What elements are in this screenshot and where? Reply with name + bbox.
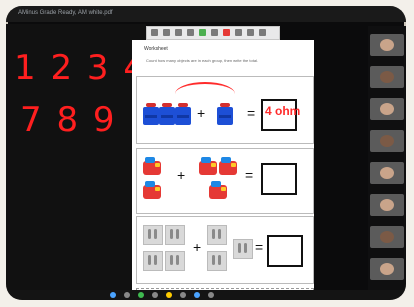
participant-face: [380, 103, 394, 115]
train-icon: [143, 157, 161, 175]
worksheet-instructions: Count how many objects are in each group…: [146, 58, 259, 63]
drum-icon: [175, 103, 191, 125]
rabbit-icon: [207, 225, 227, 245]
problem-3: + =: [136, 216, 314, 284]
app-icon[interactable]: [152, 292, 158, 298]
plus-sign: +: [197, 105, 206, 121]
drum-icon: [159, 103, 175, 125]
train-icon: [209, 181, 227, 199]
participant-face: [380, 231, 394, 243]
app-icon[interactable]: [180, 292, 186, 298]
participants-panel[interactable]: [368, 26, 406, 296]
train-icon: [199, 157, 217, 175]
app-icon[interactable]: [166, 292, 172, 298]
screen-frame: AMinus Grade Ready, AM white.pdf 1 2 3 4…: [6, 6, 406, 300]
title-bar: AMinus Grade Ready, AM white.pdf: [6, 6, 406, 22]
equals-sign: =: [255, 239, 264, 255]
app-icon[interactable]: [208, 292, 214, 298]
cursor-icon[interactable]: [151, 29, 158, 36]
rabbit-icon: [233, 239, 253, 259]
rabbit-icon: [143, 251, 163, 271]
app-icon[interactable]: [124, 292, 130, 298]
rabbit-icon: [207, 251, 227, 271]
drum-icon: [143, 103, 159, 125]
participant-face: [380, 167, 394, 179]
annotation-toolbar[interactable]: [146, 26, 280, 40]
participant-video[interactable]: [370, 34, 404, 56]
app-icon[interactable]: [194, 292, 200, 298]
participant-face: [380, 263, 394, 275]
eraser-icon[interactable]: [187, 29, 194, 36]
redo-icon[interactable]: [247, 29, 254, 36]
participant-video[interactable]: [370, 66, 404, 88]
taskbar[interactable]: [6, 290, 406, 300]
problem-1: + = 4 ohm: [136, 76, 314, 144]
worksheet-header: Worksheet: [144, 46, 168, 52]
pen-icon[interactable]: [163, 29, 170, 36]
stamp-icon[interactable]: [223, 29, 230, 36]
train-icon: [143, 181, 161, 199]
problem-2: + =: [136, 148, 314, 214]
plus-sign: +: [177, 167, 186, 183]
app-icon[interactable]: [110, 292, 116, 298]
drum-icon: [217, 103, 233, 125]
train-icon: [219, 157, 237, 175]
answer-annotation-1: 4 ohm: [265, 104, 301, 118]
rabbit-icon: [165, 251, 185, 271]
answer-box-2[interactable]: [261, 163, 297, 195]
participant-video[interactable]: [370, 226, 404, 248]
participant-face: [380, 71, 394, 83]
whiteboard-panel[interactable]: 1 2 3 4 5 6 7 8 9 10: [6, 24, 218, 299]
equals-sign: =: [245, 167, 254, 183]
text-icon[interactable]: [199, 29, 206, 36]
participant-video[interactable]: [370, 98, 404, 120]
participant-face: [380, 199, 394, 211]
participant-video[interactable]: [370, 194, 404, 216]
shape-icon[interactable]: [211, 29, 218, 36]
participant-video[interactable]: [370, 130, 404, 152]
plus-sign: +: [193, 239, 202, 255]
participant-face: [380, 39, 394, 51]
window-title: AMinus Grade Ready, AM white.pdf: [18, 10, 113, 16]
participant-face: [380, 135, 394, 147]
answer-box-3[interactable]: [267, 235, 303, 267]
participant-video[interactable]: [370, 162, 404, 184]
highlighter-icon[interactable]: [175, 29, 182, 36]
app-icon[interactable]: [138, 292, 144, 298]
save-icon[interactable]: [259, 29, 266, 36]
rabbit-icon: [165, 225, 185, 245]
undo-icon[interactable]: [235, 29, 242, 36]
participant-video[interactable]: [370, 258, 404, 280]
equals-sign: =: [247, 105, 256, 121]
worksheet-page[interactable]: Worksheet Count how many objects are in …: [132, 40, 314, 300]
rabbit-icon: [143, 225, 163, 245]
